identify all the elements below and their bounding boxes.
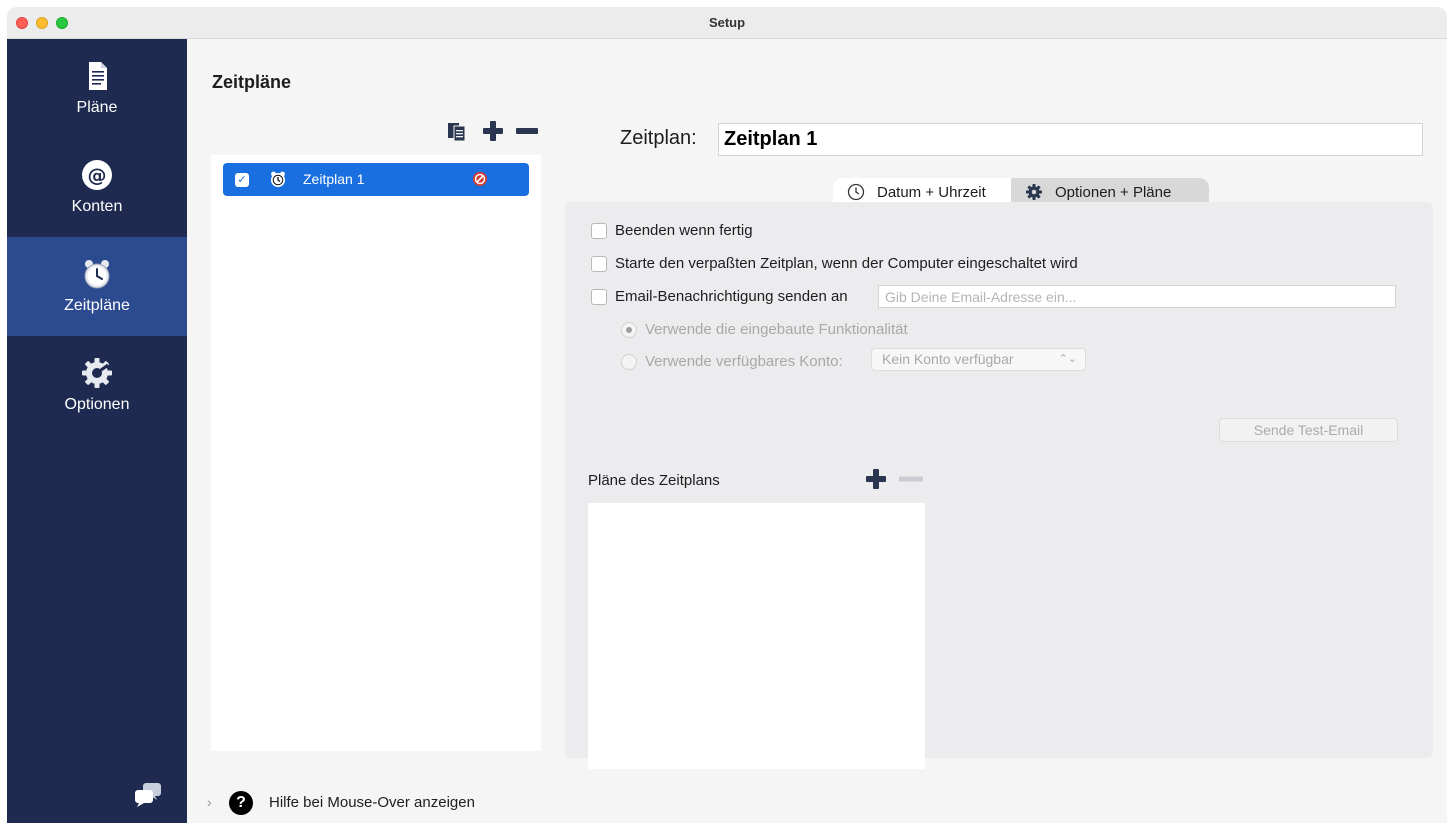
schedule-list: ✓ Zeitplan 1 [211,155,541,751]
document-icon [89,62,107,90]
quit-when-done-checkbox[interactable] [591,223,607,239]
tab-label: Optionen + Pläne [1055,184,1172,201]
sidebar-item-label: Zeitpläne [64,297,130,314]
options-panel: Beenden wenn fertig Starte den verpaßten… [565,202,1433,769]
email-notify-label: Email-Benachrichtigung senden an [615,288,848,305]
sidebar-item-zeitplaene[interactable]: Zeitpläne [7,237,187,336]
schedule-plans-list[interactable] [588,503,925,769]
alarm-clock-icon [84,260,110,289]
alarm-clock-icon [271,171,285,187]
schedule-plans-title: Pläne des Zeitplans [588,472,720,489]
sidebar-item-label: Konten [71,198,123,215]
clock-icon [847,183,865,201]
add-schedule-button[interactable] [481,119,505,143]
sidebar-item-plaene[interactable]: Pläne [7,39,187,138]
schedule-name-label: Zeitplan: [620,127,697,149]
builtin-mail-label: Verwende die eingebaute Funktionalität [645,321,908,338]
email-notify-checkbox[interactable] [591,289,607,305]
help-label: Hilfe bei Mouse-Over anzeigen [269,794,475,811]
gear-icon [1026,184,1042,200]
feedback-chat-icon[interactable] [133,781,165,809]
svg-text:@: @ [88,165,107,187]
account-mail-label: Verwende verfügbares Konto: [645,353,843,370]
account-select-value: Kein Konto verfügbar [882,351,1014,367]
sidebar-item-konten[interactable]: @ Konten [7,138,187,237]
schedule-enabled-checkbox[interactable]: ✓ [235,173,249,187]
no-entry-icon [473,172,487,186]
sidebar-item-optionen[interactable]: Optionen [7,336,187,435]
start-missed-label: Starte den verpaßten Zeitplan, wenn der … [615,255,1078,272]
sidebar: Pläne @ Konten Zeitpläne Optionen [7,39,187,823]
schedule-name-input[interactable] [718,123,1423,156]
help-icon: ? [229,791,253,815]
add-plan-button[interactable] [864,467,888,491]
main-content: Zeitpläne ✓ Zeitplan 1 Zeitplan: Zeitpla… [187,39,1447,823]
remove-schedule-button[interactable] [515,119,539,143]
chevron-up-down-icon: ⌃⌄ [1058,353,1077,365]
gear-icon [82,358,112,388]
page-title: Zeitpläne [212,72,292,92]
schedule-list-item-label: Zeitplan 1 [303,171,365,187]
duplicate-icon[interactable] [445,119,469,143]
setup-window: Setup Pläne @ Konten Zeitpläne Optionen … [7,7,1447,823]
start-missed-checkbox[interactable] [591,256,607,272]
at-sign-icon: @ [82,160,112,190]
quit-when-done-label: Beenden wenn fertig [615,222,753,239]
chevron-right-icon: › [207,794,212,810]
title-bar: Setup [7,7,1447,39]
email-address-input[interactable] [878,285,1396,308]
sidebar-item-label: Optionen [64,396,130,413]
account-mail-radio[interactable] [621,354,637,370]
schedule-plans-toolbar [864,467,934,491]
sidebar-item-label: Pläne [76,99,118,116]
account-select[interactable]: Kein Konto verfügbar ⌃⌄ [871,348,1086,371]
builtin-mail-radio[interactable] [621,322,637,338]
schedule-list-item[interactable]: ✓ Zeitplan 1 [223,163,529,196]
send-test-email-button[interactable]: Sende Test-Email [1219,418,1398,442]
schedule-list-toolbar [445,119,545,143]
tab-label: Datum + Uhrzeit [877,184,986,201]
window-title: Setup [708,15,746,30]
remove-plan-button[interactable] [898,467,924,491]
